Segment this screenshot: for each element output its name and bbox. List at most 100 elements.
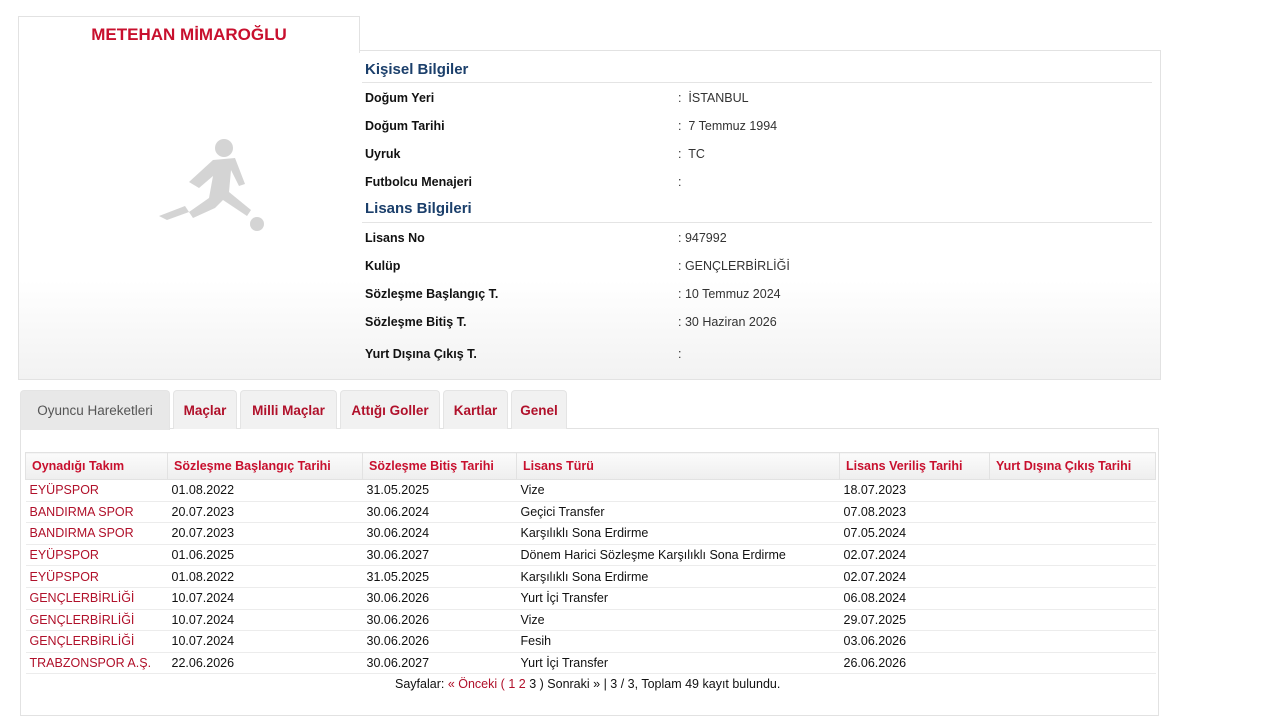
pagination-open-paren: ( — [500, 677, 505, 691]
cell-license-type: Yurt İçi Transfer — [516, 652, 840, 675]
pagination-prev-link[interactable]: « Önceki — [448, 677, 497, 691]
cell-contract-end: 30.06.2027 — [362, 544, 517, 567]
cell-license-date: 07.05.2024 — [839, 522, 990, 545]
table-row: GENÇLERBİRLİĞİ 10.07.2024 30.06.2026 Viz… — [25, 609, 1156, 632]
nationality-label: Uyruk — [365, 147, 401, 161]
header-team[interactable]: Oynadığı Takım — [25, 452, 168, 480]
cell-team[interactable]: TRABZONSPOR A.Ş. — [25, 652, 168, 675]
cell-team[interactable]: EYÜPSPOR — [25, 544, 168, 567]
table-row: BANDIRMA SPOR 20.07.2023 30.06.2024 Karş… — [25, 522, 1156, 545]
club-value: : GENÇLERBİRLİĞİ — [678, 259, 790, 273]
cell-license-date: 06.08.2024 — [839, 587, 990, 610]
cell-contract-start: 10.07.2024 — [167, 587, 363, 610]
cell-abroad-exit — [989, 587, 1156, 610]
cell-contract-start: 01.08.2022 — [167, 479, 363, 502]
tab-cards[interactable]: Kartlar — [443, 390, 508, 429]
cell-license-type: Vize — [516, 479, 840, 502]
pagination-page-2[interactable]: 2 — [519, 677, 526, 691]
cell-team[interactable]: BANDIRMA SPOR — [25, 501, 168, 524]
table-row: EYÜPSPOR 01.08.2022 31.05.2025 Vize 18.0… — [25, 479, 1156, 502]
cell-license-type: Karşılıklı Sona Erdirme — [516, 565, 840, 588]
cell-license-type: Yurt İçi Transfer — [516, 587, 840, 610]
cell-abroad-exit — [989, 501, 1156, 524]
player-name-tab: METEHAN MİMAROĞLU — [18, 16, 360, 53]
tab-matches[interactable]: Maçlar — [173, 390, 237, 429]
cell-contract-end: 31.05.2025 — [362, 565, 517, 588]
cell-contract-start: 01.08.2022 — [167, 565, 363, 588]
cell-team[interactable]: GENÇLERBİRLİĞİ — [25, 609, 168, 632]
cell-team[interactable]: EYÜPSPOR — [25, 565, 168, 588]
license-no-value: : 947992 — [678, 231, 727, 245]
profile-panel — [18, 50, 1161, 380]
cell-contract-start: 10.07.2024 — [167, 630, 363, 653]
header-contract-start[interactable]: Sözleşme Başlangıç Tarihi — [167, 452, 363, 480]
pagination-current-page: 3 — [529, 677, 537, 691]
cell-abroad-exit — [989, 479, 1156, 502]
pagination-close-paren: ) — [539, 677, 544, 691]
manager-label: Futbolcu Menajeri — [365, 175, 472, 189]
cell-license-type: Vize — [516, 609, 840, 632]
cell-team[interactable]: BANDIRMA SPOR — [25, 522, 168, 545]
cell-license-type: Fesih — [516, 630, 840, 653]
tab-player-movements[interactable]: Oyuncu Hareketleri — [20, 390, 170, 430]
pagination-next-link[interactable]: Sonraki » — [547, 677, 600, 691]
cell-license-type: Geçici Transfer — [516, 501, 840, 524]
cell-abroad-exit — [989, 652, 1156, 675]
cell-contract-end: 30.06.2024 — [362, 522, 517, 545]
cell-contract-end: 31.05.2025 — [362, 479, 517, 502]
pagination-page-1[interactable]: 1 — [508, 677, 515, 691]
table-row: EYÜPSPOR 01.06.2025 30.06.2027 Dönem Har… — [25, 544, 1156, 567]
cell-abroad-exit — [989, 522, 1156, 545]
cell-abroad-exit — [989, 565, 1156, 588]
table-row: GENÇLERBİRLİĞİ 10.07.2024 30.06.2026 Yur… — [25, 587, 1156, 610]
contract-end-label: Sözleşme Bitiş T. — [365, 315, 467, 329]
cell-team[interactable]: GENÇLERBİRLİĞİ — [25, 630, 168, 653]
header-contract-end[interactable]: Sözleşme Bitiş Tarihi — [362, 452, 517, 480]
cell-license-date: 02.07.2024 — [839, 544, 990, 567]
personal-info-divider — [362, 82, 1152, 83]
transfer-history-table: Oynadığı Takım Sözleşme Başlangıç Tarihi… — [25, 452, 1156, 675]
cell-license-date: 07.08.2023 — [839, 501, 990, 524]
personal-info-title: Kişisel Bilgiler — [365, 61, 469, 78]
cell-contract-start: 01.06.2025 — [167, 544, 363, 567]
tab-general[interactable]: Genel — [511, 390, 567, 429]
table-row: EYÜPSPOR 01.08.2022 31.05.2025 Karşılıkl… — [25, 565, 1156, 588]
contract-end-value: : 30 Haziran 2026 — [678, 315, 777, 329]
nationality-value: : TC — [678, 147, 705, 161]
cell-license-type: Dönem Harici Sözleşme Karşılıklı Sona Er… — [516, 544, 840, 567]
cell-team[interactable]: EYÜPSPOR — [25, 479, 168, 502]
tab-national-matches[interactable]: Milli Maçlar — [240, 390, 337, 429]
cell-contract-end: 30.06.2026 — [362, 587, 517, 610]
cell-license-date: 18.07.2023 — [839, 479, 990, 502]
header-license-type[interactable]: Lisans Türü — [516, 452, 840, 480]
pagination: Sayfalar: « Önceki ( 1 2 3 ) Sonraki » |… — [395, 677, 780, 691]
cell-contract-start: 20.07.2023 — [167, 522, 363, 545]
table-header-row: Oynadığı Takım Sözleşme Başlangıç Tarihi… — [25, 452, 1156, 480]
cell-license-date: 02.07.2024 — [839, 565, 990, 588]
club-label: Kulüp — [365, 259, 401, 273]
contract-start-label: Sözleşme Başlangıç T. — [365, 287, 499, 301]
cell-contract-start: 10.07.2024 — [167, 609, 363, 632]
cell-license-date: 03.06.2026 — [839, 630, 990, 653]
birthplace-label: Doğum Yeri — [365, 91, 435, 105]
cell-abroad-exit — [989, 630, 1156, 653]
license-info-divider — [362, 222, 1152, 223]
cell-contract-start: 22.06.2026 — [167, 652, 363, 675]
header-abroad-exit[interactable]: Yurt Dışına Çıkış Tarihi — [989, 452, 1156, 480]
header-license-date[interactable]: Lisans Veriliş Tarihi — [839, 452, 990, 480]
table-row: BANDIRMA SPOR 20.07.2023 30.06.2024 Geçi… — [25, 501, 1156, 524]
cell-abroad-exit — [989, 609, 1156, 632]
cell-contract-end: 30.06.2024 — [362, 501, 517, 524]
cell-team[interactable]: GENÇLERBİRLİĞİ — [25, 587, 168, 610]
tab-goals[interactable]: Attığı Goller — [340, 390, 440, 429]
transfer-history-panel: Oynadığı Takım Sözleşme Başlangıç Tarihi… — [20, 428, 1159, 716]
cell-license-type: Karşılıklı Sona Erdirme — [516, 522, 840, 545]
abroad-exit-value: : — [678, 347, 682, 361]
license-no-label: Lisans No — [365, 231, 425, 245]
cell-contract-end: 30.06.2027 — [362, 652, 517, 675]
cell-abroad-exit — [989, 544, 1156, 567]
cell-contract-start: 20.07.2023 — [167, 501, 363, 524]
cell-contract-end: 30.06.2026 — [362, 609, 517, 632]
player-silhouette-icon — [159, 139, 264, 231]
contract-start-value: : 10 Temmuz 2024 — [678, 287, 781, 301]
